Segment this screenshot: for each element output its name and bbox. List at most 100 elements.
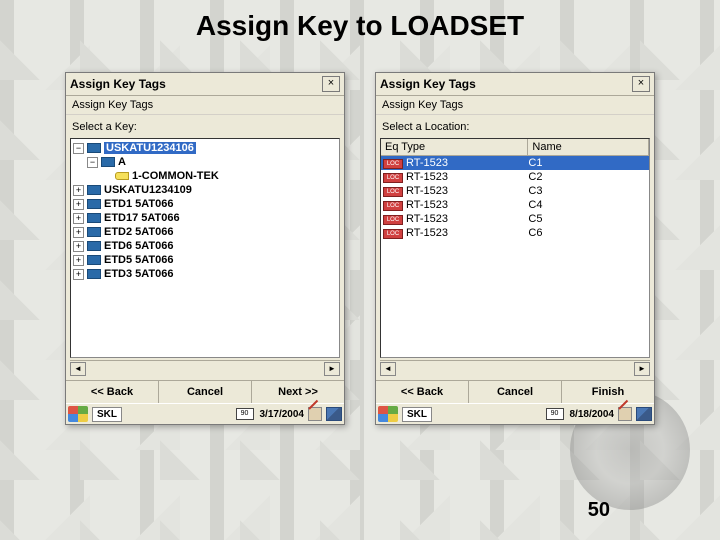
tree-item-label: ETD3 5AT066 [104, 268, 174, 280]
tree-item-label: ETD5 5AT066 [104, 254, 174, 266]
node-icon [87, 199, 101, 209]
node-icon [87, 185, 101, 195]
loc-icon: LOC [383, 187, 403, 197]
key-tree[interactable]: −USKATU1234106−A1-COMMON-TEK+USKATU12341… [70, 138, 340, 358]
tree-item[interactable]: − USKATU1234106 [73, 141, 337, 155]
eq-type-cell: RT-1523 [406, 213, 448, 225]
horizontal-scrollbar[interactable]: ◄ ► [70, 360, 340, 376]
list-item[interactable]: LOCRT-1523 C2 [381, 170, 649, 184]
taskbar-date: 8/18/2004 [570, 409, 615, 420]
list-item[interactable]: LOCRT-1523C1 [381, 156, 649, 170]
expand-icon[interactable]: + [73, 269, 84, 280]
tree-item[interactable]: + ETD2 5AT066 [73, 225, 337, 239]
next-button[interactable]: Next >> [252, 381, 344, 403]
loc-icon: LOC [383, 173, 403, 183]
eq-type-cell: RT-1523 [406, 157, 448, 169]
page-title: Assign Key to LOADSET [0, 0, 720, 42]
name-cell: C2 [528, 171, 649, 183]
loc-icon: LOC [383, 215, 403, 225]
tree-item[interactable]: + ETD6 5AT066 [73, 239, 337, 253]
finish-button[interactable]: Finish [562, 381, 654, 403]
battery-icon: 90 [546, 408, 564, 420]
tree-item-label: USKATU1234106 [104, 142, 196, 154]
back-button[interactable]: << Back [66, 381, 159, 403]
tree-item-label: ETD6 5AT066 [104, 240, 174, 252]
scroll-left-icon[interactable]: ◄ [380, 362, 396, 376]
taskbar: SKL 90 8/18/2004 [376, 403, 654, 424]
tree-item-label: ETD2 5AT066 [104, 226, 174, 238]
cancel-button[interactable]: Cancel [469, 381, 562, 403]
list-item[interactable]: LOCRT-1523 C4 [381, 198, 649, 212]
scroll-right-icon[interactable]: ► [634, 362, 650, 376]
node-icon [87, 143, 101, 153]
back-button[interactable]: << Back [376, 381, 469, 403]
tree-item[interactable]: 1-COMMON-TEK [101, 169, 337, 183]
subheader: Assign Key Tags [66, 96, 344, 115]
node-icon [87, 227, 101, 237]
loc-icon: LOC [383, 201, 403, 211]
expand-icon[interactable]: + [73, 227, 84, 238]
eq-type-cell: RT-1523 [406, 227, 448, 239]
tree-item-label: 1-COMMON-TEK [132, 170, 219, 182]
eq-type-cell: RT-1523 [406, 199, 448, 211]
start-icon[interactable] [378, 406, 398, 422]
node-icon [87, 269, 101, 279]
tree-item[interactable]: + ETD17 5AT066 [73, 211, 337, 225]
list-item[interactable]: LOCRT-1523 C6 [381, 226, 649, 240]
node-icon [87, 255, 101, 265]
tree-item-label: ETD1 5AT066 [104, 198, 174, 210]
tree-item[interactable]: + ETD1 5AT066 [73, 197, 337, 211]
list-item[interactable]: LOCRT-1523 C5 [381, 212, 649, 226]
name-cell: C3 [528, 185, 649, 197]
column-name[interactable]: Name [528, 139, 649, 155]
close-button[interactable]: × [632, 76, 650, 92]
cancel-button[interactable]: Cancel [159, 381, 252, 403]
prompt-label: Select a Key: [66, 115, 344, 136]
taskbar: SKL 90 3/17/2004 [66, 403, 344, 424]
name-cell: C6 [528, 227, 649, 239]
tree-item[interactable]: +USKATU1234109 [73, 183, 337, 197]
expand-icon[interactable]: + [73, 241, 84, 252]
tree-item[interactable]: + ETD5 5AT066 [73, 253, 337, 267]
windows-tray-icon[interactable] [636, 407, 652, 421]
close-button[interactable]: × [322, 76, 340, 92]
expand-icon[interactable]: + [73, 213, 84, 224]
column-eq-type[interactable]: Eq Type [381, 139, 528, 155]
eq-type-cell: RT-1523 [406, 171, 448, 183]
collapse-icon[interactable]: − [87, 157, 98, 168]
expand-icon[interactable]: + [73, 255, 84, 266]
loc-icon: LOC [383, 229, 403, 239]
expand-icon[interactable]: + [73, 185, 84, 196]
skl-chip[interactable]: SKL [402, 407, 432, 422]
node-icon [87, 241, 101, 251]
name-cell: C5 [528, 213, 649, 225]
taskbar-date: 3/17/2004 [260, 409, 305, 420]
battery-icon: 90 [236, 408, 254, 420]
location-list[interactable]: Eq Type Name LOCRT-1523C1LOCRT-1523C2LOC… [380, 138, 650, 358]
collapse-icon[interactable]: − [73, 143, 84, 154]
scroll-right-icon[interactable]: ► [324, 362, 340, 376]
window-title: Assign Key Tags [70, 77, 166, 91]
tree-item[interactable]: −A [87, 155, 337, 169]
flag-icon[interactable] [308, 407, 322, 421]
name-cell: C1 [528, 157, 649, 169]
subheader: Assign Key Tags [376, 96, 654, 115]
horizontal-scrollbar[interactable]: ◄ ► [380, 360, 650, 376]
node-icon [101, 157, 115, 167]
assign-key-tags-window-left: Assign Key Tags × Assign Key Tags Select… [65, 72, 345, 425]
expand-icon[interactable]: + [73, 199, 84, 210]
name-cell: C4 [528, 199, 649, 211]
scroll-left-icon[interactable]: ◄ [70, 362, 86, 376]
skl-chip[interactable]: SKL [92, 407, 122, 422]
node-icon [87, 213, 101, 223]
window-title: Assign Key Tags [380, 77, 476, 91]
list-item[interactable]: LOCRT-1523 C3 [381, 184, 649, 198]
flag-icon[interactable] [618, 407, 632, 421]
tree-item-label: ETD17 5AT066 [104, 212, 180, 224]
tree-item-label: A [118, 156, 126, 168]
windows-tray-icon[interactable] [326, 407, 342, 421]
page-number: 50 [588, 499, 610, 522]
eq-type-cell: RT-1523 [406, 185, 448, 197]
tree-item[interactable]: + ETD3 5AT066 [73, 267, 337, 281]
start-icon[interactable] [68, 406, 88, 422]
